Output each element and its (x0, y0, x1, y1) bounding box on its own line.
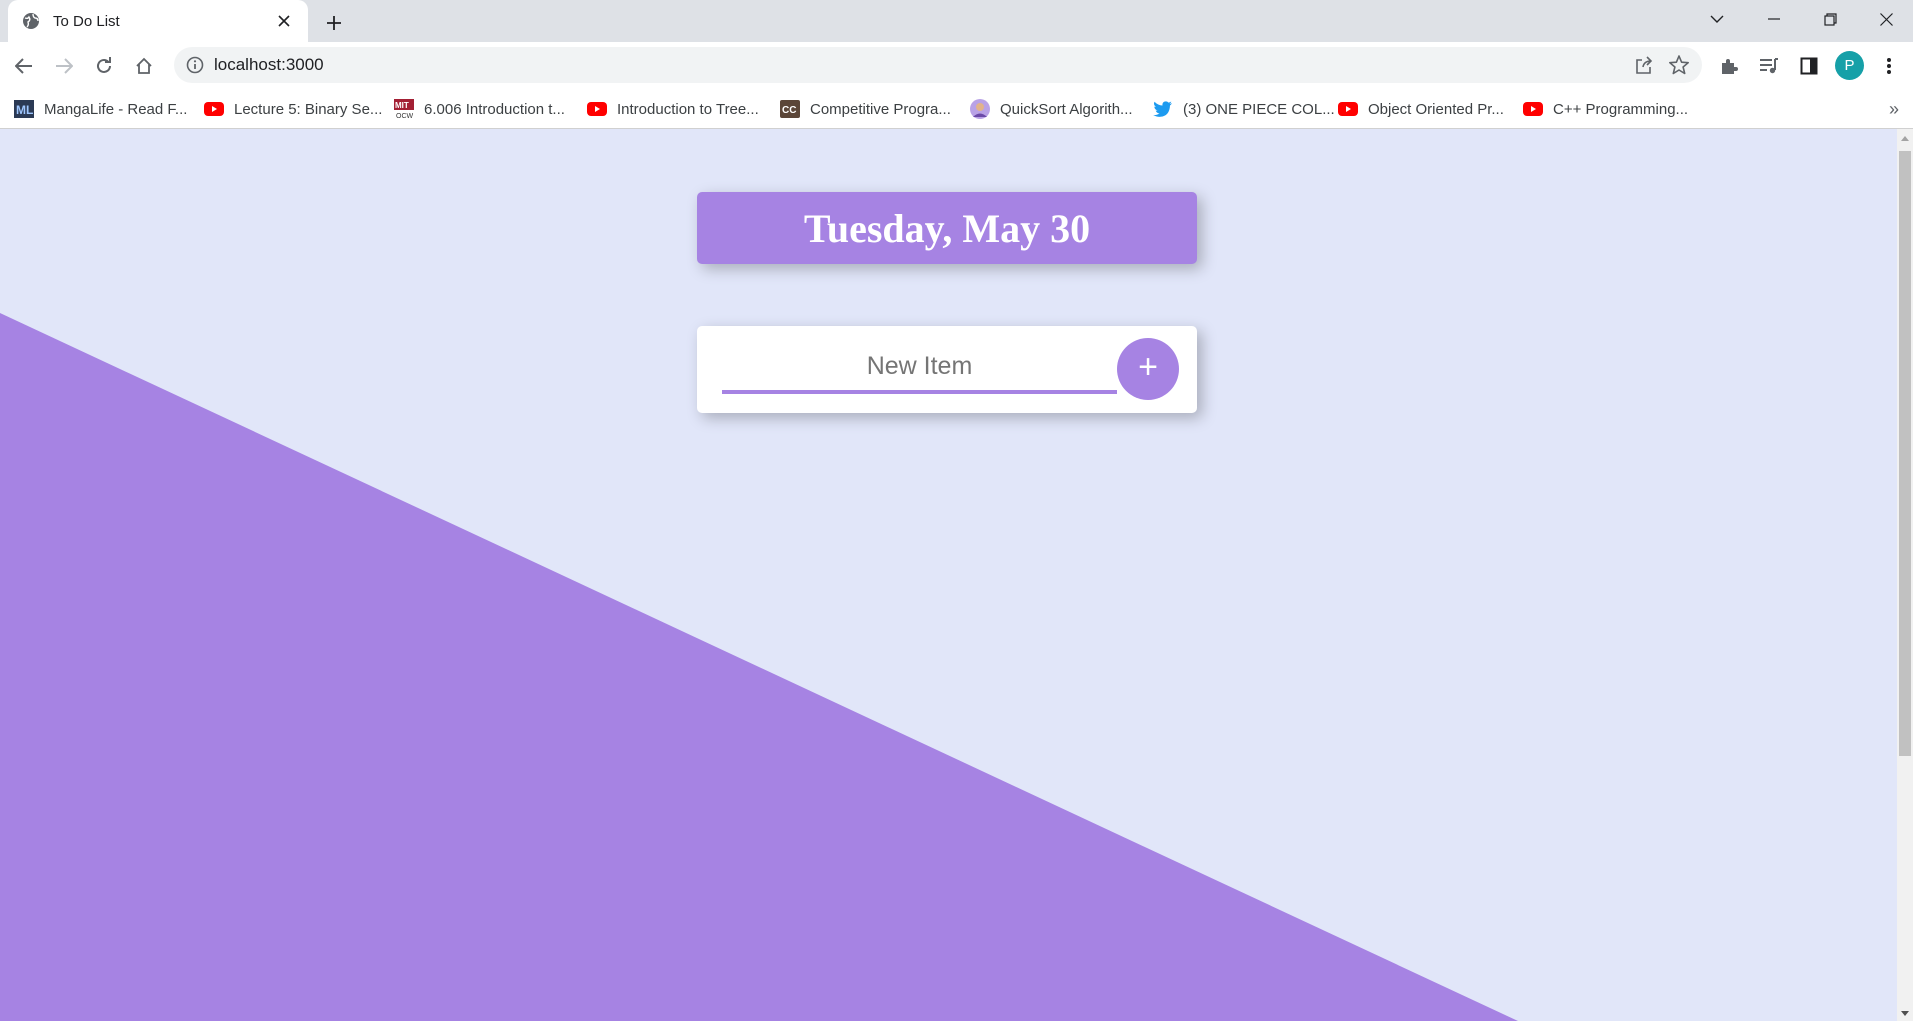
home-icon[interactable] (128, 50, 160, 82)
site-info-icon[interactable] (186, 56, 204, 74)
bookmark-item[interactable]: MIT OCW 6.006 Introduction t... (394, 89, 565, 129)
bookmark-label: Introduction to Tree... (617, 100, 759, 118)
page-viewport: Tuesday, May 30 + (0, 129, 1897, 1021)
mangalife-icon: ML (14, 99, 34, 119)
bookmark-item[interactable]: C++ Programming... (1523, 89, 1688, 129)
svg-text:ML: ML (16, 103, 33, 117)
bookmark-label: Competitive Progra... (810, 100, 951, 118)
youtube-icon (1338, 99, 1358, 119)
forward-arrow-icon[interactable] (48, 50, 80, 82)
bookmark-item[interactable]: Introduction to Tree... (587, 89, 759, 129)
tab-title: To Do List (53, 12, 120, 30)
browser-toolbar: localhost:3000 P (0, 42, 1913, 89)
bookmarks-overflow-chevron-icon[interactable]: » (1889, 99, 1899, 120)
codechef-icon: CC (780, 99, 800, 119)
new-item-input[interactable] (722, 342, 1117, 394)
side-panel-icon[interactable] (1793, 50, 1825, 82)
restore-icon[interactable] (1802, 0, 1858, 38)
bookmark-label: (3) ONE PIECE COL... (1183, 100, 1335, 118)
bookmark-label: MangaLife - Read F... (44, 100, 188, 118)
bookmark-label: C++ Programming... (1553, 100, 1689, 118)
add-item-button[interactable]: + (1117, 338, 1179, 400)
page-title: Tuesday, May 30 (803, 205, 1091, 251)
profile-avatar[interactable]: P (1835, 51, 1864, 80)
bookmarks-bar: ML MangaLife - Read F... Lecture 5: Bina… (0, 89, 1913, 129)
bookmark-item[interactable]: (3) ONE PIECE COL... (1153, 89, 1335, 129)
scrollbar-thumb[interactable] (1899, 151, 1911, 756)
reload-icon[interactable] (88, 50, 120, 82)
bookmark-item[interactable]: Object Oriented Pr... (1338, 89, 1504, 129)
svg-text:MIT: MIT (395, 101, 409, 110)
bookmark-label: QuickSort Algorith... (1000, 100, 1133, 118)
youtube-icon (1523, 99, 1543, 119)
tab-search-icon[interactable] (1689, 0, 1745, 38)
close-window-icon[interactable] (1858, 0, 1913, 38)
tab-strip: To Do List (0, 0, 1913, 42)
kebab-menu-icon[interactable] (1873, 50, 1905, 82)
url-text: localhost:3000 (214, 55, 324, 74)
tab-to-do-list[interactable]: To Do List (8, 0, 308, 42)
vertical-scrollbar[interactable] (1897, 129, 1913, 1021)
minimize-icon[interactable] (1746, 0, 1802, 38)
svg-text:CC: CC (782, 105, 796, 116)
scroll-down-arrow-icon[interactable] (1901, 1011, 1909, 1016)
mit-ocw-icon: MIT OCW (394, 99, 414, 119)
media-playlist-icon[interactable] (1753, 50, 1785, 82)
bookmark-label: 6.006 Introduction t... (424, 100, 565, 118)
avatar-icon (970, 99, 990, 119)
bookmark-item[interactable]: Lecture 5: Binary Se... (204, 89, 382, 129)
scroll-up-arrow-icon[interactable] (1901, 136, 1909, 141)
twitter-icon (1153, 99, 1173, 119)
youtube-icon (204, 99, 224, 119)
close-tab-icon[interactable] (274, 11, 294, 31)
address-bar[interactable]: localhost:3000 (174, 47, 1702, 83)
bookmark-item[interactable]: CC Competitive Progra... (780, 89, 951, 129)
svg-text:OCW: OCW (396, 113, 414, 119)
youtube-icon (587, 99, 607, 119)
share-icon[interactable] (1634, 55, 1654, 75)
date-heading-box: Tuesday, May 30 (697, 192, 1197, 264)
bookmark-item[interactable]: ML MangaLife - Read F... (14, 89, 187, 129)
new-tab-button[interactable] (320, 9, 348, 37)
globe-icon (22, 12, 40, 30)
bookmark-item[interactable]: QuickSort Algorith... (970, 89, 1133, 129)
bookmark-star-icon[interactable] (1668, 54, 1690, 76)
new-item-form: + (697, 326, 1197, 413)
bookmark-label: Lecture 5: Binary Se... (234, 100, 383, 118)
extensions-puzzle-icon[interactable] (1713, 50, 1745, 82)
back-arrow-icon[interactable] (8, 50, 40, 82)
bookmark-label: Object Oriented Pr... (1368, 100, 1504, 118)
